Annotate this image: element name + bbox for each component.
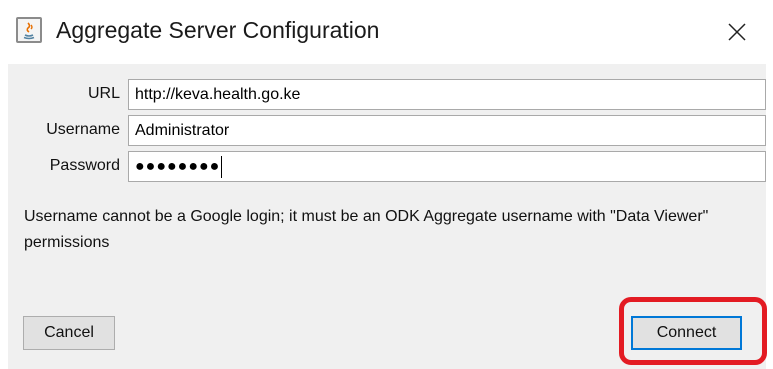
dialog-window: Aggregate Server Configuration URL http:… — [0, 0, 773, 369]
text-caret — [221, 155, 223, 178]
username-field[interactable]: Administrator — [128, 115, 766, 146]
connect-button[interactable]: Connect — [631, 316, 742, 350]
password-label: Password — [49, 157, 120, 174]
url-field-value: http://keva.health.go.ke — [135, 86, 301, 103]
help-text: Username cannot be a Google login; it mu… — [24, 208, 709, 251]
username-field-value: Administrator — [135, 122, 230, 139]
window-title: Aggregate Server Configuration — [56, 17, 380, 43]
url-field[interactable]: http://keva.health.go.ke — [128, 79, 766, 110]
password-field-value: ●●●●●●●● — [135, 158, 221, 175]
password-field[interactable]: ●●●●●●●● — [128, 151, 766, 182]
title-bar[interactable]: Aggregate Server Configuration — [0, 0, 773, 64]
java-icon — [16, 17, 42, 43]
close-button[interactable] — [712, 10, 762, 54]
cancel-button[interactable]: Cancel — [23, 316, 115, 350]
username-label: Username — [46, 121, 120, 138]
close-icon — [728, 23, 746, 41]
url-label: URL — [87, 85, 120, 102]
dialog-content: URL http://keva.health.go.ke Username Ad… — [8, 64, 766, 369]
